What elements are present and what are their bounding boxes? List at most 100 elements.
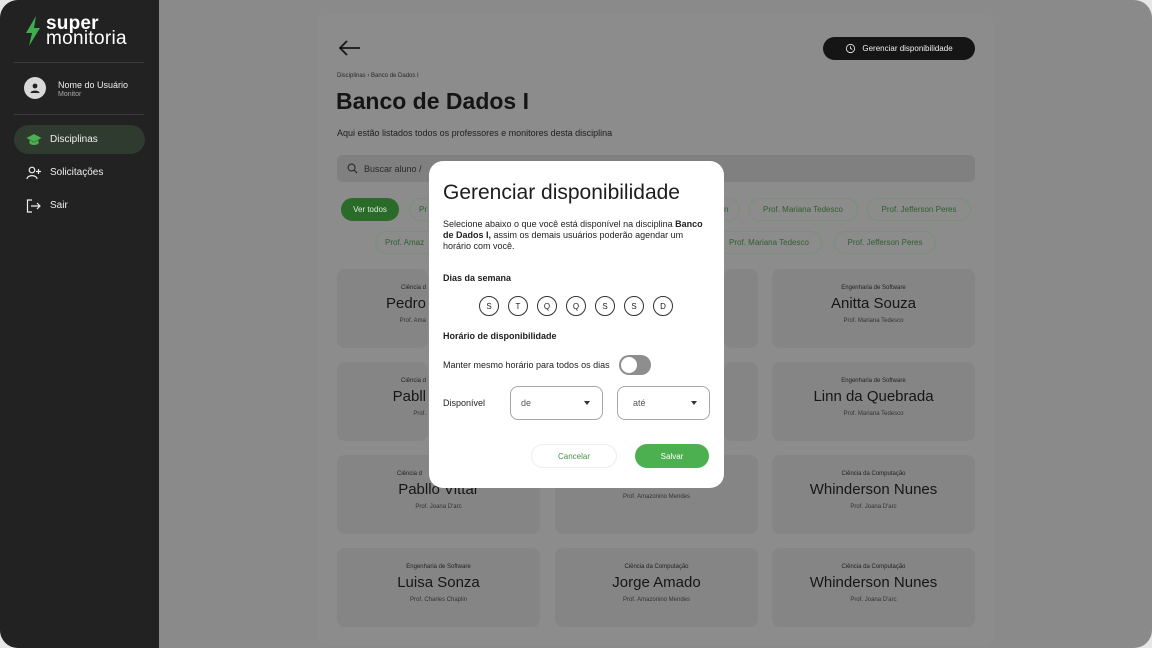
day-toggle-tuesday[interactable]: Q: [537, 296, 557, 316]
chevron-down-icon: [584, 401, 590, 405]
filter-chip-all[interactable]: Ver todos: [341, 198, 399, 221]
to-time-select[interactable]: até: [617, 386, 710, 420]
card-category: Ciência d: [400, 378, 426, 384]
chevron-down-icon: [691, 401, 697, 405]
card-professor: Prof. Mariana Tedesco: [843, 318, 904, 324]
modal-desc-part1: Selecione abaixo o que você está disponí…: [443, 219, 676, 229]
filter-chip-jefferson[interactable]: Prof. Jefferson Peres: [834, 231, 936, 254]
weekday-selector: S T Q Q S S D: [479, 296, 673, 316]
page-title: Banco de Dados I: [336, 88, 529, 114]
person-card[interactable]: Ciência da Computação Whinderson Nunes P…: [772, 548, 975, 627]
availability-modal: Gerenciar disponibilidade Selecione abai…: [429, 161, 724, 488]
filter-chip[interactable]: Pr: [409, 198, 429, 221]
bolt-logo-icon: [26, 16, 40, 46]
card-category: Engenharia de Software: [841, 378, 906, 384]
sidebar-item-label: Solicitações: [50, 167, 104, 178]
card-category: Engenharia de Software: [841, 285, 906, 291]
card-professor: Prof. Amazonino Mendes: [622, 597, 691, 603]
person-card[interactable]: Engenharia de Software Anitta Souza Prof…: [772, 269, 975, 348]
user-role: Monitor: [58, 90, 82, 98]
person-card[interactable]: [724, 362, 758, 441]
card-name: Whinderson Nunes: [809, 574, 938, 591]
from-time-placeholder: de: [521, 398, 532, 408]
card-category: Engenharia de Software: [406, 564, 471, 570]
card-name: Pedro: [385, 295, 426, 312]
logout-icon: [26, 198, 42, 214]
card-name: Jorge Amado: [612, 574, 701, 591]
card-professor: Prof. Mariana Tedesco: [843, 411, 904, 417]
logo: super monitoria: [24, 14, 127, 49]
day-toggle-friday[interactable]: S: [624, 296, 644, 316]
card-professor: Prof.: [413, 411, 426, 417]
person-card[interactable]: Ciência da Computação Jorge Amado Prof. …: [555, 548, 758, 627]
modal-description: Selecione abaixo o que você está disponí…: [443, 219, 713, 252]
divider: [14, 114, 144, 115]
day-toggle-sunday[interactable]: S: [479, 296, 499, 316]
card-professor: Prof. Joana D'arc: [850, 597, 897, 603]
card-professor: Prof. Joana D'arc: [415, 504, 462, 510]
person-card[interactable]: Ciência d Pabll Prof.: [337, 362, 428, 441]
sidebar: super monitoria Nome do Usuário Monitor: [0, 0, 159, 648]
save-button[interactable]: Salvar: [635, 444, 709, 468]
day-toggle-wednesday[interactable]: Q: [566, 296, 586, 316]
user-icon: [30, 83, 40, 93]
modal-title: Gerenciar disponibilidade: [443, 181, 680, 204]
card-category: Ciência da Computação: [841, 471, 906, 477]
to-time-placeholder: até: [633, 398, 646, 408]
card-category: Ciência da Computação: [624, 564, 689, 570]
card-name: Pabll: [392, 388, 426, 405]
divider: [14, 62, 144, 63]
card-professor: Prof. Amazonino Mendes: [622, 494, 691, 500]
search-icon: [347, 163, 358, 174]
person-card[interactable]: Engenharia de Software Luisa Sonza Prof.…: [337, 548, 540, 627]
card-category: Ciência d: [400, 285, 426, 291]
from-time-select[interactable]: de: [510, 386, 603, 420]
filter-chip-mariana[interactable]: Prof. Mariana Tedesco: [748, 198, 858, 221]
cancel-button[interactable]: Cancelar: [531, 444, 617, 468]
same-hours-label: Manter mesmo horário para todos os dias: [443, 360, 610, 370]
card-name: Linn da Quebrada: [813, 388, 934, 405]
days-label: Dias da semana: [443, 273, 512, 283]
card-professor: Prof. Charles Chaplin: [409, 597, 468, 603]
person-card[interactable]: Ciência da Computação Whinderson Nunes P…: [772, 455, 975, 534]
sidebar-item-disciplinas[interactable]: Disciplinas: [14, 125, 145, 154]
page-subtitle: Aqui estão listados todos os professores…: [337, 128, 613, 138]
card-professor: Prof. Joana D'arc: [850, 504, 897, 510]
person-card[interactable]: [724, 269, 758, 348]
person-card[interactable]: Ciência d Pedro Prof. Ama: [337, 269, 428, 348]
filter-chip-jefferson[interactable]: Prof. Jefferson Peres: [867, 198, 971, 221]
user-profile[interactable]: Nome do Usuário Monitor: [24, 77, 128, 99]
app-window: super monitoria Nome do Usuário Monitor: [0, 0, 1152, 648]
card-name: Whinderson Nunes: [809, 481, 938, 498]
person-card[interactable]: Engenharia de Software Linn da Quebrada …: [772, 362, 975, 441]
card-name: Luisa Sonza: [397, 574, 480, 591]
sidebar-item-solicitacoes[interactable]: Solicitações: [14, 158, 145, 187]
same-hours-toggle[interactable]: [618, 355, 651, 375]
search-placeholder: Buscar aluno /: [364, 163, 422, 174]
hours-label: Horário de disponibilidade: [443, 331, 557, 341]
manage-availability-label: Gerenciar disponibilidade: [862, 44, 953, 53]
available-label: Disponível: [443, 398, 486, 408]
graduation-cap-icon: [26, 132, 42, 148]
add-user-icon: [26, 165, 42, 181]
filter-chip-mariana[interactable]: Prof. Mariana Tedesco: [716, 231, 822, 254]
avatar: [24, 77, 46, 99]
toggle-knob: [620, 357, 637, 373]
logo-text-monitoria: monitoria: [46, 28, 127, 49]
filter-chip[interactable]: Prof. Amaz: [375, 231, 429, 254]
card-name: Anitta Souza: [830, 295, 917, 312]
same-hours-row: Manter mesmo horário para todos os dias: [443, 355, 651, 375]
day-toggle-saturday[interactable]: D: [653, 296, 673, 316]
back-arrow-icon[interactable]: [338, 36, 362, 60]
sidebar-item-sair[interactable]: Sair: [14, 191, 145, 220]
card-category: Ciência da Computação: [841, 564, 906, 570]
clock-settings-icon: [846, 43, 856, 54]
day-toggle-monday[interactable]: T: [508, 296, 528, 316]
card-professor: Prof. Ama: [399, 318, 426, 324]
user-name: Nome do Usuário: [58, 79, 129, 90]
day-toggle-thursday[interactable]: S: [595, 296, 615, 316]
sidebar-item-label: Disciplinas: [50, 134, 98, 145]
manage-availability-button[interactable]: Gerenciar disponibilidade: [823, 37, 975, 60]
breadcrumb: Disciplinas › Banco de Dados I: [337, 73, 419, 79]
sidebar-item-label: Sair: [50, 200, 68, 211]
